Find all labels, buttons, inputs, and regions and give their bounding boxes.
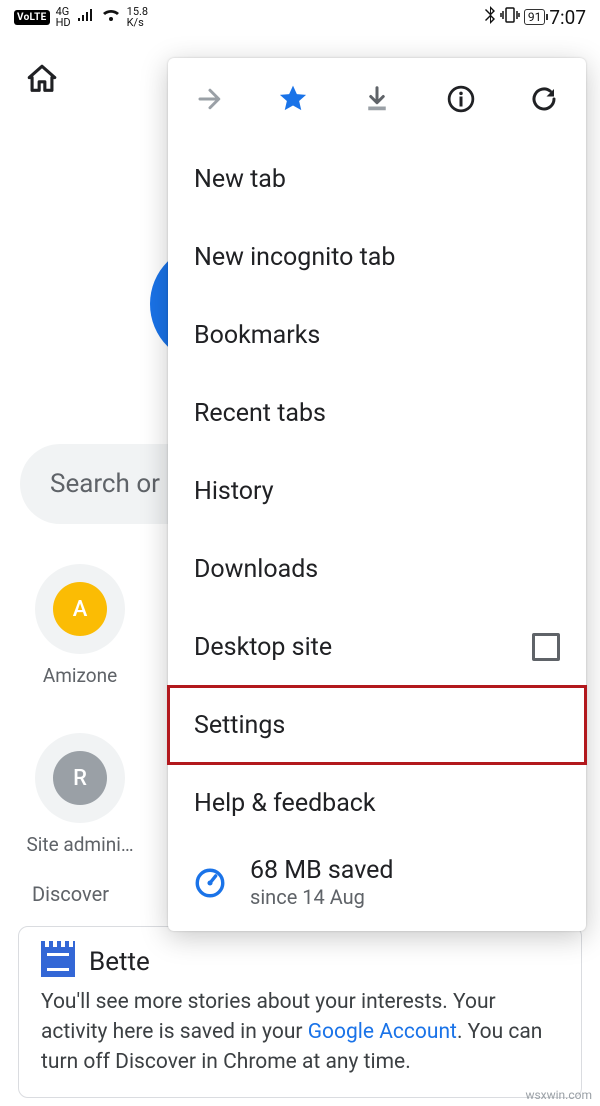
shortcut-label: Site admini… — [26, 833, 133, 856]
menu-new-incognito-tab[interactable]: New incognito tab — [168, 218, 586, 296]
shortcut-label: Amizone — [43, 664, 117, 687]
shortcut-letter: R — [53, 751, 107, 805]
home-icon[interactable] — [10, 47, 74, 111]
speed-indicator: 15.8K/s — [127, 6, 148, 28]
shortcut-site-admin[interactable]: R Site admini… — [10, 733, 150, 856]
search-placeholder: Search or — [50, 469, 160, 499]
info-icon[interactable] — [441, 79, 481, 119]
signal-icon — [77, 8, 95, 26]
download-icon[interactable] — [357, 79, 397, 119]
menu-desktop-site[interactable]: Desktop site — [168, 608, 586, 686]
menu-data-saver[interactable]: 68 MB saved since 14 Aug — [168, 842, 586, 923]
forward-icon[interactable] — [190, 79, 230, 119]
menu-new-tab[interactable]: New tab — [168, 140, 586, 218]
discover-card[interactable]: Bette You'll see more stories about your… — [18, 926, 582, 1098]
news-icon — [41, 947, 75, 977]
wifi-icon — [101, 8, 121, 26]
bookmark-star-icon[interactable] — [273, 79, 313, 119]
network-indicator: 4GHD — [56, 6, 71, 28]
overflow-menu: New tab New incognito tab Bookmarks Rece… — [168, 58, 586, 931]
refresh-icon[interactable] — [524, 79, 564, 119]
card-title: Bette — [89, 947, 150, 977]
shortcut-amizone[interactable]: A Amizone — [10, 564, 150, 687]
menu-bookmarks[interactable]: Bookmarks — [168, 296, 586, 374]
data-saved-since: since 14 Aug — [250, 885, 394, 909]
menu-downloads[interactable]: Downloads — [168, 530, 586, 608]
vibrate-icon — [500, 7, 520, 27]
clock: 7:07 — [549, 6, 586, 29]
card-body: You'll see more stories about your inter… — [41, 987, 559, 1077]
status-bar: VoLTE 4GHD 15.8K/s 91 7:07 — [0, 0, 600, 34]
menu-history[interactable]: History — [168, 452, 586, 530]
volte-indicator: VoLTE — [14, 10, 50, 25]
menu-help-feedback[interactable]: Help & feedback — [168, 764, 586, 842]
data-saved-amount: 68 MB saved — [250, 856, 394, 885]
data-saver-icon — [190, 863, 230, 903]
menu-recent-tabs[interactable]: Recent tabs — [168, 374, 586, 452]
google-account-link[interactable]: Google Account — [308, 1020, 457, 1044]
shortcut-letter: A — [53, 582, 107, 636]
menu-settings[interactable]: Settings — [168, 686, 586, 764]
desktop-site-checkbox[interactable] — [532, 633, 560, 661]
watermark: wsxwin.com — [525, 1088, 592, 1102]
bluetooth-icon — [484, 6, 496, 28]
battery-indicator: 91 — [524, 9, 546, 25]
